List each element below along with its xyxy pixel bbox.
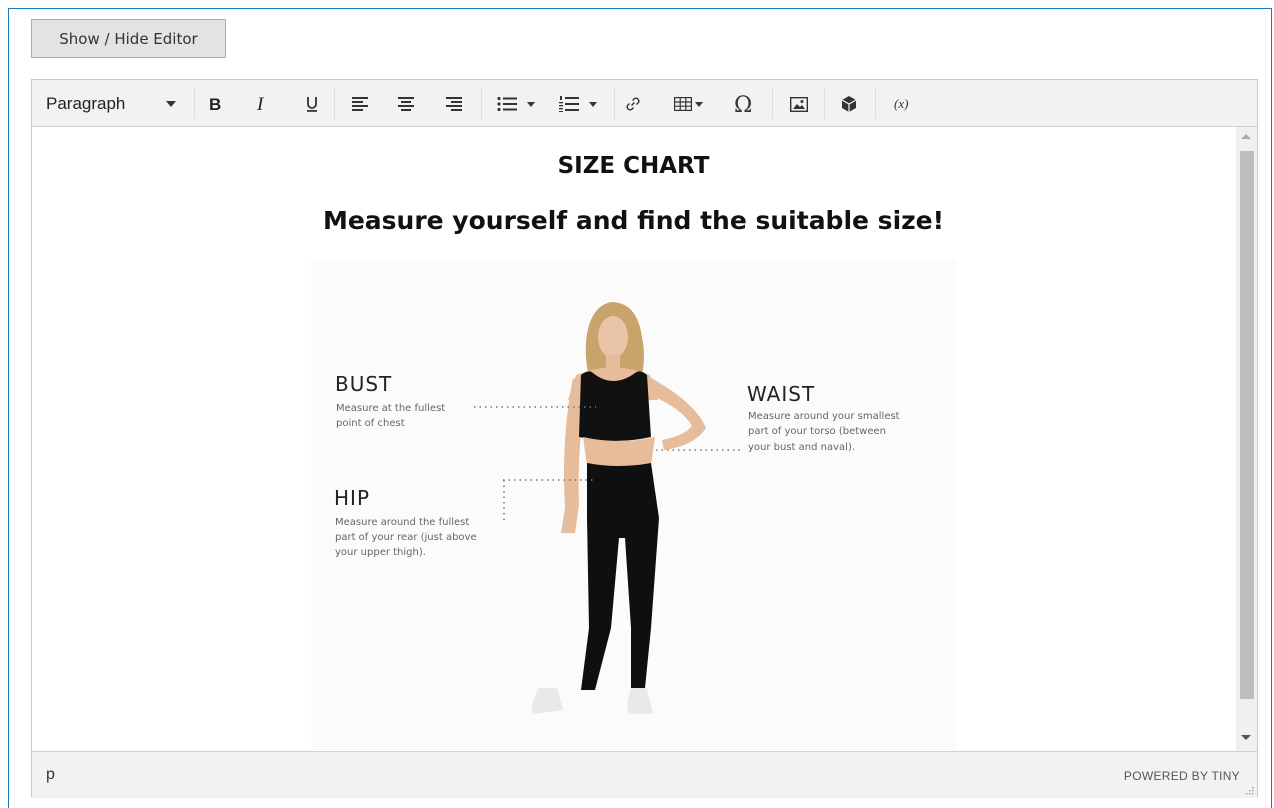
bold-icon: B — [209, 96, 221, 112]
bust-desc-line: point of chest — [336, 418, 405, 429]
table-icon — [673, 97, 692, 111]
numbered-list-button[interactable] — [550, 89, 606, 119]
editor-statusbar: p POWERED BY TINY — [32, 751, 1257, 798]
special-character-button[interactable]: Ω — [727, 89, 761, 119]
bold-button[interactable]: B — [200, 89, 230, 119]
scrollbar-thumb[interactable] — [1240, 151, 1254, 699]
align-left-icon — [352, 97, 368, 111]
editor-toolbar: Paragraph B I Ω (x) — [32, 80, 1257, 127]
bullet-list-button[interactable] — [488, 89, 544, 119]
waist-desc-line: your bust and naval). — [748, 442, 856, 453]
underline-icon — [307, 97, 317, 112]
variable-icon: (x) — [894, 96, 908, 111]
format-select[interactable]: Paragraph — [33, 89, 189, 119]
scroll-down-arrow-icon[interactable] — [1241, 735, 1251, 740]
widget-cube-icon — [841, 96, 857, 112]
page-subtitle: Measure yourself and find the suitable s… — [322, 206, 945, 235]
page-title: SIZE CHART — [557, 153, 710, 179]
align-left-button[interactable] — [345, 89, 375, 119]
hip-label: HIP — [334, 486, 370, 510]
show-hide-editor-button[interactable]: Show / Hide Editor — [31, 19, 226, 58]
bust-label: BUST — [335, 372, 393, 396]
toolbar-separator — [334, 88, 335, 119]
toolbar-separator — [194, 88, 195, 119]
editor-content-area[interactable]: SIZE CHART Measure yourself and find the… — [32, 127, 1237, 751]
resize-handle-icon[interactable] — [1245, 786, 1254, 795]
table-button[interactable] — [666, 89, 710, 119]
svg-text:B: B — [209, 96, 221, 112]
hip-desc-line: Measure around the fullest — [335, 517, 470, 528]
scroll-up-arrow-icon[interactable] — [1241, 134, 1251, 139]
chevron-down-icon — [694, 101, 703, 107]
svg-text:Ω: Ω — [734, 93, 752, 115]
toolbar-separator — [824, 88, 825, 119]
svg-text:I: I — [256, 96, 265, 112]
align-right-icon — [446, 97, 462, 111]
toolbar-separator — [614, 88, 615, 119]
align-center-icon — [398, 97, 414, 111]
hip-desc-line: your upper thigh). — [335, 547, 426, 558]
element-path[interactable]: p — [46, 766, 55, 784]
italic-button[interactable]: I — [247, 89, 277, 119]
toolbar-separator — [481, 88, 482, 119]
format-select-label: Paragraph — [46, 94, 126, 113]
image-icon — [790, 96, 808, 112]
chevron-down-icon — [589, 101, 597, 107]
link-button[interactable] — [618, 89, 648, 119]
waist-desc-line: part of your torso (between — [748, 426, 886, 437]
insert-variable-button[interactable]: (x) — [888, 89, 918, 119]
omega-icon: Ω — [734, 93, 752, 115]
toolbar-separator — [772, 88, 773, 119]
underline-button[interactable] — [297, 89, 327, 119]
chevron-down-icon — [166, 101, 176, 107]
hip-desc-line: part of your rear (just above — [335, 532, 477, 543]
waist-label: WAIST — [747, 382, 816, 406]
numbered-list-icon — [559, 96, 579, 112]
link-icon — [626, 97, 640, 111]
vertical-scrollbar[interactable] — [1236, 127, 1257, 751]
align-right-button[interactable] — [439, 89, 469, 119]
svg-text:(x): (x) — [894, 96, 908, 111]
insert-image-button[interactable] — [784, 89, 814, 119]
bullet-list-icon — [497, 97, 517, 111]
italic-icon: I — [256, 96, 265, 112]
waist-desc-line: Measure around your smallest — [748, 411, 900, 422]
wysiwyg-editor: Paragraph B I Ω (x) SIZE CHART Measure y… — [31, 79, 1258, 798]
toolbar-separator — [875, 88, 876, 119]
powered-by-link[interactable]: POWERED BY TINY — [1124, 769, 1240, 783]
align-center-button[interactable] — [391, 89, 421, 119]
bust-desc-line: Measure at the fullest — [336, 403, 446, 414]
model-figure-illustration — [474, 302, 744, 714]
chevron-down-icon — [527, 101, 535, 107]
size-chart-image[interactable]: BUST Measure at the fullest point of che… — [311, 260, 956, 750]
insert-widget-button[interactable] — [834, 89, 864, 119]
